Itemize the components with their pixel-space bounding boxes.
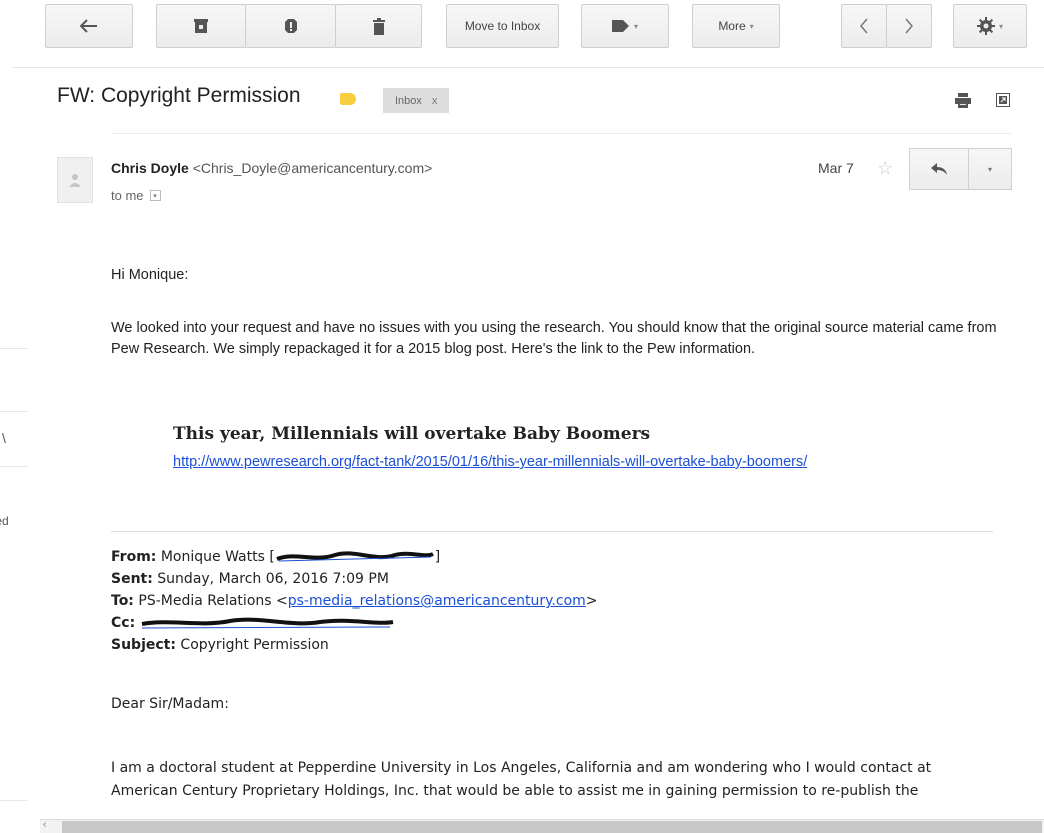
trash-icon <box>372 17 385 35</box>
horizontal-scrollbar[interactable]: ‹ <box>40 819 1044 833</box>
media-relations-email-link[interactable]: ps-media_relations@americancentury.com <box>288 593 586 609</box>
forwarded-body-line: I am a doctoral student at Pepperdine Un… <box>111 760 932 776</box>
chevron-down-icon: ▾ <box>633 21 638 31</box>
more-actions-button[interactable]: ▾ <box>968 148 1012 190</box>
redacted-scribble <box>276 551 434 562</box>
sidebar-divider <box>0 466 28 467</box>
sidebar-divider <box>0 411 28 412</box>
chevron-down-icon: ▾ <box>987 164 992 174</box>
sender-email: <Chris_Doyle@americancentury.com> <box>192 160 433 176</box>
forwarded-body-line: American Century Proprietary Holdings, I… <box>111 783 919 799</box>
greeting: Hi Monique: <box>111 267 189 283</box>
newer-button[interactable] <box>841 4 887 48</box>
label-tag-icon <box>611 20 629 32</box>
labels-button[interactable]: ▾ <box>581 4 669 48</box>
forwarded-cc: Cc: <box>111 612 395 634</box>
forwarded-salutation: Dear Sir/Madam: <box>111 696 229 712</box>
reply-icon <box>931 163 947 175</box>
settings-button[interactable]: ▾ <box>953 4 1027 48</box>
sidebar-divider <box>0 800 28 801</box>
chevron-down-icon: ▾ <box>998 21 1003 31</box>
sender-line: Chris Doyle <Chris_Doyle@americancentury… <box>111 160 432 176</box>
subject-divider <box>111 133 1011 134</box>
delete-button[interactable] <box>335 4 422 48</box>
recipient-line: to me ▾ <box>111 188 161 203</box>
email-subject: FW: Copyright Permission <box>57 84 301 107</box>
person-icon <box>69 174 81 187</box>
scrollbar-thumb[interactable] <box>62 821 1042 833</box>
toolbar-divider <box>12 67 1044 68</box>
avatar <box>57 157 93 203</box>
move-to-inbox-label: Move to Inbox <box>464 19 541 33</box>
chevron-right-icon <box>905 18 913 34</box>
more-button[interactable]: More ▾ <box>692 4 780 48</box>
reply-button[interactable] <box>909 148 969 190</box>
sender-name[interactable]: Chris Doyle <box>111 160 189 176</box>
spam-icon <box>284 19 297 33</box>
chevron-down-icon: ▾ <box>749 21 754 31</box>
link-title: This year, Millennials will overtake Bab… <box>173 424 651 444</box>
importance-marker-icon[interactable] <box>340 93 356 105</box>
forwarded-sent: Sent: Sunday, March 06, 2016 7:09 PM <box>111 571 389 587</box>
scroll-left-icon[interactable]: ‹ <box>43 819 46 830</box>
gear-icon <box>976 17 995 35</box>
redacted-scribble <box>141 617 393 629</box>
more-label: More <box>718 19 746 33</box>
forward-divider <box>111 531 993 532</box>
body-paragraph: We looked into your request and have no … <box>111 320 997 357</box>
move-to-inbox-button[interactable]: Move to Inbox <box>446 4 559 48</box>
back-button[interactable] <box>45 4 133 48</box>
inbox-label-text: Inbox <box>395 94 422 107</box>
forwarded-subject: Subject: Copyright Permission <box>111 637 329 653</box>
older-button[interactable] <box>886 4 932 48</box>
archive-button[interactable] <box>156 4 246 48</box>
new-window-icon[interactable] <box>996 93 1010 112</box>
sidebar-search-fragment[interactable]: \ <box>2 430 6 446</box>
report-spam-button[interactable] <box>245 4 336 48</box>
forwarded-to: To: PS-Media Relations <ps-media_relatio… <box>111 593 598 609</box>
inbox-label-chip[interactable]: Inbox x <box>383 88 450 113</box>
print-icon[interactable] <box>955 93 971 113</box>
sidebar-divider <box>0 348 28 349</box>
email-date: Mar 7 <box>818 160 854 176</box>
show-details-dropdown[interactable]: ▾ <box>149 190 161 201</box>
chevron-down-icon: ▾ <box>153 192 157 200</box>
chevron-left-icon <box>860 18 868 34</box>
pew-research-link[interactable]: http://www.pewresearch.org/fact-tank/201… <box>173 454 807 470</box>
forwarded-from: From: Monique Watts [] <box>111 549 441 565</box>
remove-label-icon[interactable]: x <box>432 95 438 107</box>
star-icon[interactable]: ☆ <box>877 158 893 179</box>
recipient-text: to me <box>111 188 144 203</box>
archive-icon <box>194 19 208 33</box>
back-arrow-icon <box>80 19 97 33</box>
sidebar-label-fragment: ted <box>0 514 9 528</box>
